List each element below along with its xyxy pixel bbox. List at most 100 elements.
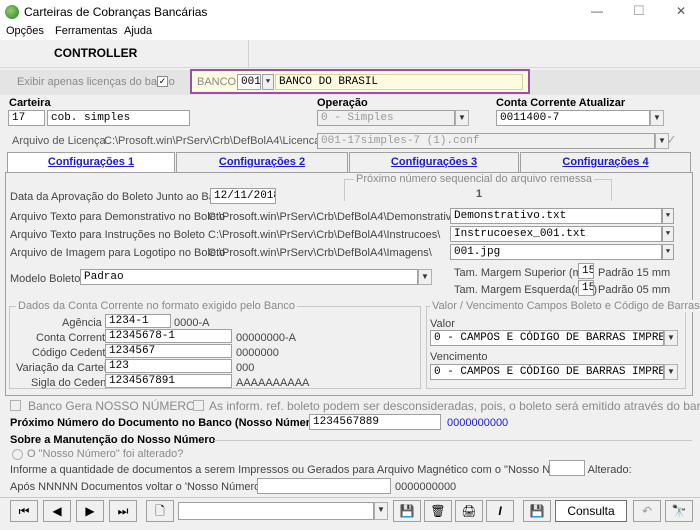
edit-button[interactable]: I <box>486 500 514 522</box>
logotipo-input[interactable]: 001.jpg <box>450 244 662 260</box>
conta-corrente-label: Conta Corrente <box>36 332 112 344</box>
valor-vencimento-title: Valor / Vencimento Campos Boleto e Códig… <box>430 300 700 312</box>
delete-button[interactable]: 🗑 <box>424 500 452 522</box>
header-panel: CONTROLLER <box>0 40 700 68</box>
prev-record-button[interactable]: ◀ <box>43 500 71 522</box>
next-record-button[interactable]: ▶ <box>76 500 104 522</box>
printer-icon: 🖨 <box>461 504 477 518</box>
demonstrativo-input[interactable]: Demonstrativo.txt <box>450 208 662 224</box>
margem-esquerda-label: Tam. Margem Esquerda(mm) <box>454 284 598 296</box>
tab-configuracoes-2[interactable]: Configurações 2 <box>176 152 348 172</box>
instrucoes-browse-icon[interactable]: ⯆ <box>662 226 674 242</box>
codigo-cedente-input[interactable]: 1234567 <box>105 344 232 358</box>
margem-superior-input[interactable]: 15 <box>578 263 594 279</box>
tab-configuracoes-4[interactable]: Configurações 4 <box>520 152 691 172</box>
menu-opcoes[interactable]: Opções <box>6 25 44 37</box>
arquivo-licenca-label: Arquivo de Licença <box>12 135 106 147</box>
save-button[interactable]: 💾 <box>393 500 421 522</box>
new-document-icon: 🗋 <box>155 504 165 518</box>
proximo-doc-input[interactable]: 1234567889 <box>309 414 441 430</box>
instrucoes-input[interactable]: Instrucoesex_001.txt <box>450 226 662 242</box>
license-filter-label: Exibir apenas licenças do banco <box>17 76 175 88</box>
logotipo-label: Arquivo de Imagem para Logotipo no Bolet… <box>10 247 226 259</box>
quantidade-label: Informe a quantidade de documentos a ser… <box>10 464 632 476</box>
print-button[interactable]: 🖨 <box>455 500 483 522</box>
vencimento-dropdown-icon[interactable]: ▼ <box>664 364 678 380</box>
bank-code-input[interactable]: 001 <box>237 74 261 90</box>
menu-ferramentas[interactable]: Ferramentas <box>55 25 117 37</box>
trash-icon: 🗑 <box>430 504 446 518</box>
search-combo-input[interactable] <box>178 502 374 520</box>
conta-corrente-atualizar-select[interactable]: 0011400-7 <box>496 110 650 126</box>
margem-esquerda-input[interactable]: 15 <box>578 280 594 296</box>
demonstrativo-label: Arquivo Texto para Demonstrativo no Bole… <box>10 211 226 223</box>
conta-corrente-atualizar-label: Conta Corrente Atualizar <box>496 97 626 109</box>
valor-dropdown-icon[interactable]: ▼ <box>664 330 678 346</box>
confirm-check-icon[interactable]: ✓ <box>666 132 677 148</box>
nosso-numero-alterado-checkbox[interactable] <box>12 449 23 460</box>
banco-gera-checkbox[interactable] <box>10 400 21 411</box>
carteira-name-input[interactable]: cob. simples <box>47 110 190 126</box>
operacao-dropdown-icon[interactable]: ▼ <box>455 110 469 126</box>
undo-button[interactable]: ↶ <box>633 500 661 522</box>
menu-bar: Opções Ferramentas Ajuda <box>0 24 700 40</box>
conta-corrente-input[interactable]: 12345678-1 <box>105 329 232 343</box>
search-combo-dropdown-icon[interactable]: ▼ <box>374 502 388 520</box>
header-divider <box>248 40 249 68</box>
title-bar: Carteiras de Cobranças Bancárias — ☐ ✕ <box>0 0 700 24</box>
variacao-carteira-input[interactable]: 123 <box>105 359 232 373</box>
demonstrativo-browse-icon[interactable]: ⯆ <box>662 208 674 224</box>
menu-ajuda[interactable]: Ajuda <box>124 25 152 37</box>
arquivo-licenca-select[interactable]: 001-17simples-7 (1).conf <box>317 133 655 149</box>
sigla-cedente-input[interactable]: 1234567891 <box>105 374 232 388</box>
data-aprovacao-label: Data da Aprovação do Boleto Junto ao Ban… <box>10 191 233 203</box>
modelo-boleto-select[interactable]: Padrao <box>80 269 418 285</box>
new-record-button[interactable]: 🗋 <box>146 500 174 522</box>
margem-superior-padrao: Padrão 15 mm <box>598 267 671 279</box>
codigo-cedente-format: 0000000 <box>236 347 279 359</box>
consulta-button[interactable]: Consulta <box>555 500 627 522</box>
manutencao-title: Sobre a Manutenção do Nosso Número <box>10 434 216 446</box>
bank-name-field: BANCO DO BRASIL <box>275 74 523 90</box>
manutencao-group <box>214 440 692 441</box>
operacao-select[interactable]: 0 - Simples <box>317 110 455 126</box>
disk-button[interactable]: 💾 <box>523 500 551 522</box>
tab-configuracoes-3[interactable]: Configurações 3 <box>349 152 519 172</box>
margem-esquerda-padrao: Padrão 05 mm <box>598 284 671 296</box>
find-button[interactable]: 🔭 <box>665 500 693 522</box>
quantidade-input[interactable] <box>549 460 585 476</box>
valor-label: Valor <box>430 318 455 330</box>
banco-gera-label: Banco Gera NOSSO NÚMERO? <box>28 399 203 413</box>
agencia-format: 0000-A <box>174 317 210 329</box>
agencia-label: Agência <box>62 317 102 329</box>
bank-lookup-button[interactable]: ⯆ <box>262 74 274 90</box>
binoculars-icon: 🔭 <box>671 504 687 518</box>
license-filter-checkbox[interactable]: ✓ <box>157 76 168 87</box>
last-record-button[interactable]: ⏭ <box>109 500 137 522</box>
edit-icon: I <box>498 504 502 518</box>
valor-select[interactable]: 0 - CAMPOS E CÓDIGO DE BARRAS IMPRESS <box>430 330 664 346</box>
disk-icon: 💾 <box>529 504 545 518</box>
carteira-code-input[interactable]: 17 <box>8 110 45 126</box>
tab-configuracoes-1[interactable]: Configurações 1 <box>7 152 175 174</box>
data-aprovacao-input[interactable]: 12/11/2018 <box>210 188 276 204</box>
operacao-label: Operação <box>317 97 368 109</box>
logotipo-browse-icon[interactable]: ⯆ <box>662 244 674 260</box>
modelo-boleto-label: Modelo Boleto <box>10 273 81 285</box>
conta-corrente-dropdown-icon[interactable]: ▼ <box>650 110 664 126</box>
first-record-button[interactable]: ⏮ <box>10 500 38 522</box>
apos-label: Após NNNNN Documentos voltar o 'Nosso Nú… <box>10 481 291 493</box>
maximize-button[interactable]: ☐ <box>633 3 645 19</box>
agencia-input[interactable]: 1234-1 <box>105 314 171 328</box>
demonstrativo-path: C:\Prosoft.win\PrServ\Crb\DefBolA4\Demon… <box>208 211 466 223</box>
arquivo-licenca-path: C:\Prosoft.win\PrServ\Crb\DefBolA4\Licen… <box>104 135 329 147</box>
page-title: CONTROLLER <box>54 46 138 60</box>
close-button[interactable]: ✕ <box>676 4 686 18</box>
inform-ref-checkbox[interactable] <box>193 400 204 411</box>
apos-input[interactable] <box>257 478 391 494</box>
minimize-button[interactable]: — <box>591 4 603 18</box>
sigla-cedente-format: AAAAAAAAAA <box>236 377 310 389</box>
variacao-carteira-label: Variação da Carteira <box>16 362 117 374</box>
modelo-boleto-dropdown-icon[interactable]: ▼ <box>418 269 432 285</box>
vencimento-select[interactable]: 0 - CAMPOS E CÓDIGO DE BARRAS IMPRESS <box>430 364 664 380</box>
